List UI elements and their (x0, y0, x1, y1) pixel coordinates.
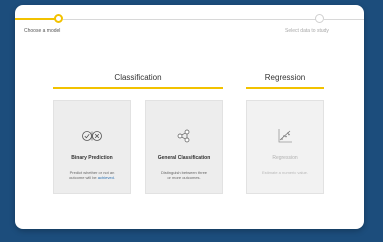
section-underline-classification (53, 87, 223, 89)
option-desc-general-classification: Distinguish between three or more outcom… (160, 170, 208, 180)
step-dot-choose-model[interactable] (54, 14, 63, 23)
wizard-card: Choose a model Select data to study Clas… (15, 5, 364, 229)
option-title-general-classification: General Classification (157, 155, 211, 161)
scatter-trend-icon (247, 129, 323, 143)
option-title-binary-prediction: Binary Prediction (71, 155, 113, 161)
option-desc-regression: Estimate a numeric value. (261, 170, 309, 175)
section-title-regression: Regression (264, 73, 306, 82)
step-label-choose-model[interactable]: Choose a model (24, 28, 60, 34)
option-general-classification[interactable]: General Classification Distinguish betwe… (145, 100, 223, 194)
section-underline-regression (246, 87, 324, 89)
app-background: Choose a model Select data to study Clas… (0, 0, 383, 242)
progress-bar-filled (15, 18, 59, 20)
option-desc-binary-prediction: Predict whether or not an outcome will b… (69, 170, 115, 180)
section-title-classification: Classification (114, 73, 162, 82)
check-x-circles-icon (54, 129, 130, 143)
network-nodes-icon (146, 129, 222, 143)
progress-bar-track-end (324, 19, 364, 20)
step-dot-select-data[interactable] (315, 14, 324, 23)
progress-bar-track (63, 19, 317, 20)
option-title-regression: Regression (272, 155, 298, 161)
option-binary-prediction[interactable]: Binary Prediction Predict whether or not… (53, 100, 131, 194)
step-label-select-data[interactable]: Select data to study (285, 28, 329, 34)
option-regression[interactable]: Regression Estimate a numeric value. (246, 100, 324, 194)
